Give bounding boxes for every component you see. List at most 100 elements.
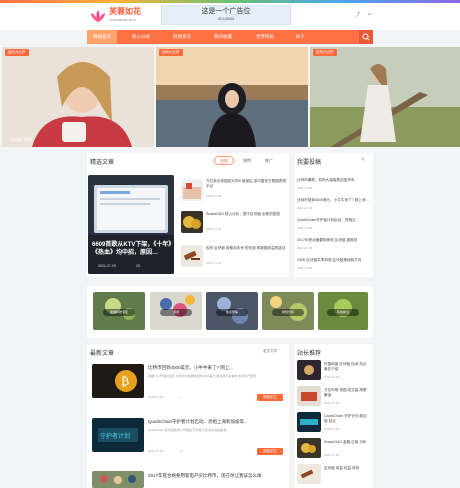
- site-logo[interactable]: 芙蓉如花 FURONGRUHUA: [90, 7, 141, 24]
- crowd-image: [92, 471, 144, 488]
- tab-all[interactable]: 全部: [214, 156, 234, 165]
- nav-item-branch[interactable]: 新心分站: [121, 30, 161, 44]
- latest-item-2-title[interactable]: QuarkChain守护者计划启动、亮相上海新加坡等...: [148, 419, 286, 425]
- featured-item-2-title[interactable]: SnakeDAO 抢入分析，属于区块链 全新的贴钱: [206, 212, 286, 217]
- ad-banner[interactable]: 这是一个广告位 AD168688: [161, 5, 291, 25]
- recommend-item-2-title[interactable]: 万亿市场 帝国 成交量 政策解读: [324, 388, 370, 398]
- recommend-item-5-title[interactable]: 区块链 收益 权益 体系: [324, 466, 370, 471]
- search-icon: [362, 33, 370, 41]
- featured-thumb-3[interactable]: [181, 245, 203, 267]
- recommend-image: [297, 412, 321, 432]
- user-icon[interactable]: ☺: [367, 11, 372, 17]
- recommend-item-1-title[interactable]: 外国科普 区块链 技术 热点事件介绍: [324, 362, 370, 372]
- recommend-thumb-5[interactable]: [297, 464, 321, 484]
- latest-item-1-title[interactable]: 比特币回到4000美元、小牛牛来了? 网上...: [148, 365, 286, 371]
- latest-item-2-views: 5: [180, 449, 182, 453]
- svg-text:守护者计划: 守护者计划: [100, 432, 130, 440]
- hot-item-1-title[interactable]: 比特币暴跌，机构大量抛售加密货币，: [297, 178, 370, 183]
- category-tile-3[interactable]: 热点聚焦: [206, 292, 258, 330]
- category-tile-5[interactable]: 科技前沿: [318, 292, 368, 330]
- category-tile-4[interactable]: 财经分析: [262, 292, 314, 330]
- bitcoin-image: ₿: [92, 364, 144, 398]
- contribute-title: 我要投稿: [297, 160, 322, 166]
- hero-image: [88, 175, 174, 274]
- recommend-item-4-date: 2021-07-05: [324, 453, 340, 457]
- recommend-thumb-1[interactable]: [297, 360, 321, 380]
- recommend-image: [297, 360, 321, 380]
- featured-item-1-title[interactable]: 万亿商业帝国成为华Ⅲ 破滅后 该中国官方数据表明平台: [206, 179, 286, 189]
- latest-item-3-title[interactable]: 2017年底合格要用家电产买比特币，现在你让我该怎么样: [148, 473, 286, 479]
- hero-title: 6609首歌从KTV下架，《十年》《热血》均中招，原因…: [92, 242, 172, 256]
- contribute-panel: 我要投稿 ✎ 比特币暴跌，机构大量抛售加密货币， 2021-07-05 比特币回…: [294, 153, 373, 277]
- latest-item-1-summary: 另据公众号消息显示 比特币价格重新回到4000美元 新闻显示资本的 新增资产配置: [148, 374, 257, 378]
- hot-item-2-title[interactable]: 比特币回到4000美元，小牛牛来了? 网上消…: [297, 198, 370, 203]
- recommend-item-4-title[interactable]: SnakeDAO 金融 应用 分析: [324, 440, 370, 445]
- nav-item-favorites[interactable]: 我的收藏: [203, 30, 243, 44]
- nav-item-goals[interactable]: 世界目标: [245, 30, 285, 44]
- slide-tag: 运动大比拼: [159, 49, 183, 56]
- featured-title: 精选文章: [90, 160, 115, 166]
- quarkchain-image: 守护者计划: [92, 418, 144, 452]
- hot-item-3-date: 2021-07-05: [297, 226, 313, 230]
- category-label: 热点聚焦: [216, 309, 248, 316]
- ad-title: 这是一个广告位: [201, 8, 251, 15]
- latest-item-1-date: 2021-07-05: [148, 395, 164, 399]
- featured-item-2-date: 2021-07-05: [206, 227, 222, 231]
- coins-image: [181, 211, 203, 233]
- nav-item-about[interactable]: 关于: [285, 30, 315, 44]
- hot-item-5-title[interactable]: GMD 区块链共享到底 区块链落地新方向: [297, 258, 370, 263]
- main-nav: 网站首页 新心分站 财商资讯 我的收藏 世界目标 关于: [87, 30, 373, 44]
- slide-woman-field[interactable]: 运动大比拼: [310, 47, 460, 147]
- hot-item-3-title[interactable]: QuarkChain守护者计划启动，亮相云…: [297, 218, 370, 223]
- nav-item-home[interactable]: 网站首页: [87, 30, 117, 44]
- read-more-button[interactable]: 阅读全文: [257, 448, 283, 455]
- tab-promo[interactable]: 推广: [259, 156, 279, 165]
- hero-date: 2021-07-05: [98, 264, 116, 268]
- featured-item-3-title[interactable]: 权布 区块链 被推到未来 的宏观 和数据收益的挑战: [206, 246, 286, 251]
- latest-thumb-1[interactable]: ₿: [92, 364, 144, 398]
- latest-thumb-2[interactable]: 守护者计划: [92, 418, 144, 452]
- lotus-logo-icon: [91, 10, 105, 22]
- slide-image: [2, 47, 154, 147]
- read-more-button[interactable]: 阅读全文: [257, 394, 283, 401]
- recommend-thumb-2[interactable]: [297, 386, 321, 406]
- share-icon[interactable]: ⤴: [355, 11, 360, 18]
- more-articles-link[interactable]: 更多文章: [263, 349, 277, 354]
- hero-views: 25: [136, 264, 140, 268]
- category-tile-1[interactable]: 金融科技专区: [93, 292, 145, 330]
- nav-item-finance[interactable]: 财商资讯: [161, 30, 203, 44]
- featured-hero[interactable]: 6609首歌从KTV下架，《十年》《热血》均中招，原因… 2021-07-05 …: [88, 175, 174, 274]
- recommend-item-3-title[interactable]: QuarkChain 守护计划 新加坡 站点: [324, 414, 370, 424]
- edit-icon[interactable]: ✎: [361, 157, 365, 163]
- latest-title: 最新文章: [90, 351, 115, 357]
- featured-thumb-2[interactable]: [181, 211, 203, 233]
- brand-tagline: FURONGRUHUA: [109, 18, 137, 22]
- hot-item-4-date: 2021-07-05: [297, 246, 313, 250]
- hot-item-5-date: 2021-07-05: [297, 266, 313, 270]
- nav-search-button[interactable]: [359, 30, 373, 44]
- category-label: 游戏: [160, 309, 192, 316]
- recommend-item-1-date: 2021-07-05: [324, 375, 340, 379]
- recommend-title: 站长推荐: [297, 351, 322, 357]
- hot-item-4-title[interactable]: 2017年底合格要用家电 区块链 被推到: [297, 238, 370, 243]
- recommend-thumb-3[interactable]: [297, 412, 321, 432]
- hot-item-2-date: 2021-07-05: [297, 206, 313, 210]
- slide-woman-coffee[interactable]: 运动大比拼 《大漠》报道: [2, 47, 154, 147]
- featured-panel: 精选文章 全部 独特 推广 6609首歌从KTV下架，《十年》《热血》均中招，原…: [87, 153, 289, 277]
- recommend-thumb-4[interactable]: [297, 438, 321, 458]
- gavel-image: [181, 245, 203, 267]
- slide-image: [310, 47, 460, 147]
- slide-woman-lake[interactable]: 运动大比拼: [156, 47, 308, 147]
- slide-tag: 运动大比拼: [5, 49, 29, 56]
- latest-panel: 最新文章 更多文章 ₿ 比特币回到4000美元、小牛牛来了? 网上... 另据公…: [87, 344, 289, 488]
- latest-thumb-3[interactable]: [92, 471, 144, 488]
- tab-special[interactable]: 独特: [237, 156, 257, 165]
- recommend-image: [297, 386, 321, 406]
- featured-thumb-1[interactable]: [181, 179, 203, 201]
- latest-item-2-date: 2021-07-05: [148, 449, 164, 453]
- category-tile-2[interactable]: 游戏: [150, 292, 202, 330]
- recommend-image: [297, 464, 321, 484]
- market-chart-image: [181, 179, 203, 201]
- ad-subtitle: AD168688: [217, 17, 235, 21]
- category-label: 财经分析: [272, 309, 304, 316]
